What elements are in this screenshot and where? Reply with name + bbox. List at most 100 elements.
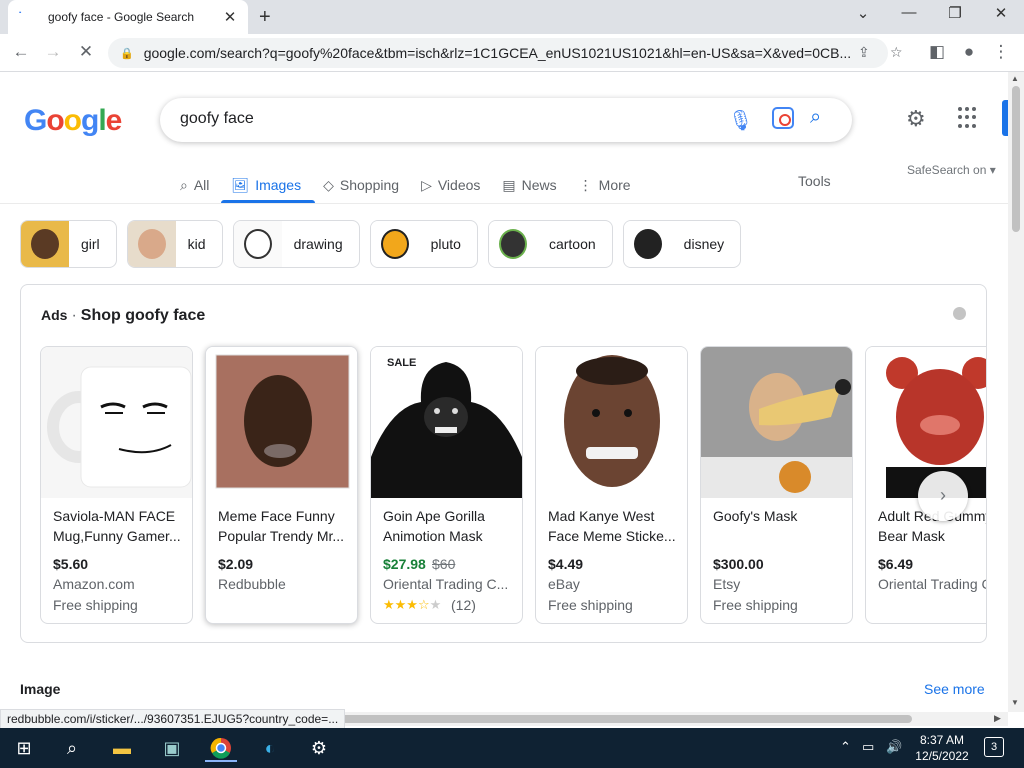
network-app-icon[interactable]: ▣	[156, 734, 188, 762]
microphone-icon[interactable]: 🎙	[728, 108, 753, 133]
browser-titlebar: ˙ goofy face - Google Search ✕ + ⌄ — ❐ ✕	[0, 0, 1024, 34]
product-price: $5.60	[53, 556, 89, 572]
product-shipping: Free shipping	[53, 597, 138, 613]
tab-shopping[interactable]: ◇ Shopping	[323, 168, 399, 202]
product-seller: Oriental Trading C	[878, 576, 987, 592]
ads-heading: Ads · Shop goofy face	[41, 307, 206, 324]
tab-news[interactable]: ▤ News	[502, 168, 556, 202]
tray-chevron-up-icon[interactable]: ⌃	[840, 739, 851, 755]
chip-thumbnail	[488, 221, 537, 267]
product-sale-price: $27.98	[383, 556, 426, 572]
search-input[interactable]: goofy face	[180, 110, 254, 128]
clock-time: 8:37 AM	[919, 733, 965, 747]
rating-stars: ★★★☆★	[383, 597, 442, 612]
chip-thumbnail	[127, 221, 176, 267]
chip-thumbnail	[233, 221, 282, 267]
browser-tab[interactable]: ˙ goofy face - Google Search ✕	[8, 0, 248, 34]
tab-more[interactable]: ⋮ More	[579, 168, 631, 202]
browser-toolbar: ← → ✕ 🔒 google.com/search?q=goofy%20face…	[0, 34, 1024, 72]
product-card[interactable]: SALE Goin Ape Gorilla Animotion Mask $27…	[370, 346, 523, 624]
minimize-button[interactable]: —	[886, 4, 932, 21]
restore-button[interactable]: ❐	[932, 4, 978, 22]
safesearch-dropdown[interactable]: SafeSearch on ▾	[907, 163, 996, 177]
file-explorer-icon[interactable]: ▬	[106, 734, 138, 762]
edge-browser-icon[interactable]: ◐	[254, 734, 286, 762]
close-tab-icon[interactable]: ✕	[222, 8, 238, 26]
search-icon[interactable]: ⌕	[56, 734, 88, 762]
play-icon: ▷	[421, 176, 432, 193]
product-title: Goofy's Mask	[713, 508, 798, 524]
google-apps-icon[interactable]	[958, 107, 980, 129]
back-icon[interactable]: ←	[10, 42, 32, 62]
chip-kid[interactable]: kid	[126, 220, 223, 268]
see-more-link[interactable]: See more	[924, 681, 985, 697]
volume-icon[interactable]: 🔊	[886, 739, 902, 755]
tab-search-icon[interactable]: ⌄	[840, 4, 886, 22]
settings-gear-icon[interactable]: ⚙	[906, 106, 926, 132]
info-icon[interactable]	[953, 307, 966, 320]
notification-center-icon[interactable]: 3	[984, 737, 1004, 757]
scroll-down-arrow-icon[interactable]: ▼	[1011, 698, 1019, 707]
scroll-up-arrow-icon[interactable]: ▲	[1011, 74, 1019, 83]
chrome-taskbar-icon[interactable]	[205, 734, 237, 762]
scrollbar-thumb[interactable]	[340, 715, 912, 723]
settings-gear-icon[interactable]: ⚙	[303, 734, 335, 762]
divider	[0, 203, 1008, 204]
chip-pluto[interactable]: pluto	[369, 220, 478, 268]
chrome-menu-icon[interactable]: ⋮	[990, 42, 1012, 62]
google-favicon-icon: ˙	[18, 9, 23, 24]
chip-cartoon[interactable]: cartoon	[487, 220, 613, 268]
chip-drawing[interactable]: drawing	[232, 220, 360, 268]
bookmark-star-icon[interactable]: ☆	[890, 44, 903, 61]
close-window-button[interactable]: ✕	[978, 4, 1024, 22]
google-logo[interactable]: Google	[24, 104, 122, 138]
google-lens-icon[interactable]	[772, 107, 794, 129]
tab-images[interactable]: 🖼 Images	[221, 168, 315, 203]
tab-all[interactable]: ⌕ All	[180, 168, 209, 202]
chip-disney[interactable]: disney	[622, 220, 742, 268]
chevron-right-icon: ›	[940, 485, 946, 505]
vertical-scrollbar[interactable]: ▲ ▼	[1008, 72, 1024, 712]
stop-loading-icon[interactable]: ✕	[75, 42, 97, 62]
forward-icon[interactable]: →	[42, 42, 64, 62]
news-icon: ▤	[502, 176, 516, 193]
product-image	[206, 347, 357, 498]
scrollbar-thumb[interactable]	[1012, 86, 1020, 232]
product-title: Saviola-MAN FACE Mug,Funny Gamer...	[53, 508, 181, 544]
more-dots-icon: ⋮	[578, 176, 593, 193]
product-card[interactable]: Saviola-MAN FACE Mug,Funny Gamer... $5.6…	[40, 346, 193, 624]
taskbar-clock[interactable]: 8:37 AM 12/5/2022	[910, 732, 974, 764]
network-icon[interactable]: ▭	[862, 739, 874, 755]
product-image	[701, 347, 852, 498]
search-icon[interactable]: ⌕	[810, 106, 821, 129]
address-url[interactable]: google.com/search?q=goofy%20face&tbm=isc…	[144, 45, 854, 61]
tab-videos[interactable]: ▷ Videos	[421, 168, 480, 202]
product-card[interactable]: Mad Kanye West Face Meme Sticke... $4.49…	[535, 346, 688, 624]
search-box[interactable]: goofy face 🎙 ⌕	[160, 98, 852, 142]
product-image	[866, 347, 986, 498]
review-count: (12)	[451, 597, 476, 613]
product-title: Mad Kanye West Face Meme Sticke...	[548, 508, 676, 544]
carousel-next-button[interactable]: ›	[918, 471, 968, 521]
product-card[interactable]: Meme Face Funny Popular Trendy Mr... $2.…	[205, 346, 358, 624]
tools-button[interactable]: Tools	[798, 173, 831, 189]
scroll-right-arrow-icon[interactable]: ▶	[994, 713, 1001, 724]
shopping-ads-panel: Ads · Shop goofy face Saviola-MAN FACE M…	[20, 284, 987, 643]
chip-girl[interactable]: girl	[20, 220, 117, 268]
product-seller: Amazon.com	[53, 576, 135, 592]
product-shipping: Free shipping	[713, 597, 798, 613]
windows-start-icon[interactable]: ⊞	[8, 734, 40, 762]
product-card[interactable]: Goofy's Mask $300.00 Etsy Free shipping	[700, 346, 853, 624]
share-icon[interactable]: ⇪	[858, 44, 870, 61]
lock-icon[interactable]: 🔒	[120, 47, 134, 60]
product-image: SALE	[371, 347, 522, 498]
tab-title: goofy face - Google Search	[48, 10, 195, 24]
search-icon: ⌕	[180, 176, 188, 193]
product-seller: Etsy	[713, 576, 741, 592]
address-bar[interactable]: 🔒 google.com/search?q=goofy%20face&tbm=i…	[108, 38, 903, 68]
side-panel-icon[interactable]: ◧	[926, 42, 948, 62]
profile-avatar-icon[interactable]: ●	[958, 42, 980, 62]
new-tab-button[interactable]: +	[259, 6, 271, 29]
sale-badge: SALE	[379, 355, 425, 371]
clock-date: 12/5/2022	[915, 749, 969, 763]
